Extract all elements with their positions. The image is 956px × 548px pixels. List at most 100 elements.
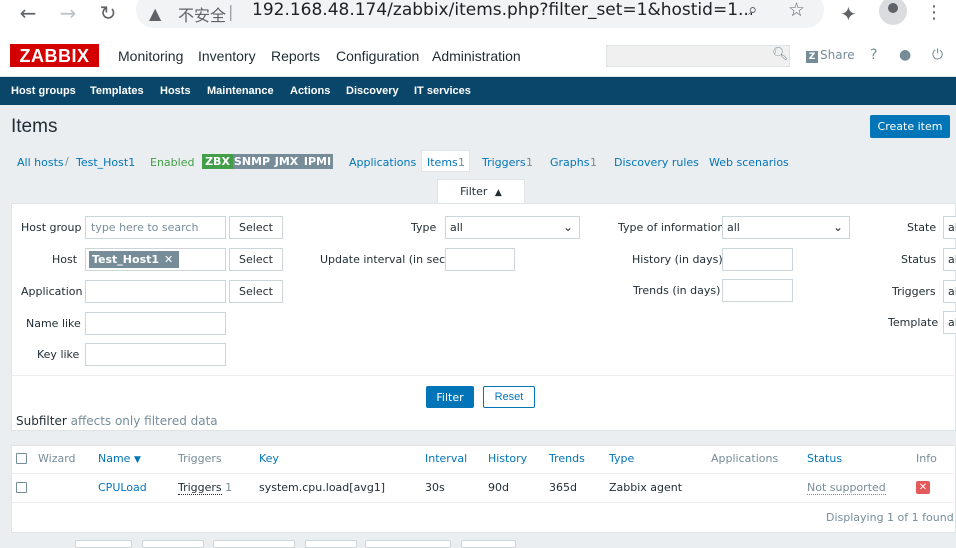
breadcrumb-all-hosts[interactable]: All hosts	[17, 156, 64, 169]
mass-action-button[interactable]	[213, 540, 295, 548]
column-info: Info	[916, 452, 937, 465]
reload-icon[interactable]: ↻	[96, 1, 120, 25]
browser-menu-icon[interactable]: ⋮	[925, 2, 943, 23]
key-like-input[interactable]	[85, 343, 226, 366]
share-link[interactable]: Z Share	[806, 48, 855, 63]
reset-button[interactable]: Reset	[483, 386, 535, 408]
item-triggers-link[interactable]: Triggers	[178, 481, 222, 495]
host-select-button[interactable]: Select	[229, 248, 283, 271]
column-interval[interactable]: Interval	[425, 452, 467, 465]
tab-discovery-rules[interactable]: Discovery rules	[614, 156, 699, 169]
warning-icon[interactable]: ▲	[149, 4, 161, 23]
back-icon[interactable]: ←	[16, 1, 40, 25]
help-icon[interactable]: ?	[870, 47, 877, 63]
availability-snmp-badge: SNMP	[233, 154, 271, 169]
type-select[interactable]: all ⌄	[445, 216, 580, 239]
application-select-button[interactable]: Select	[229, 280, 283, 303]
subnav-it-services[interactable]: IT services	[414, 85, 471, 97]
mass-action-button[interactable]	[365, 540, 451, 548]
extensions-icon[interactable]: ✦	[840, 2, 857, 26]
name-like-input[interactable]	[85, 312, 226, 335]
item-status-link[interactable]: Not supported	[807, 481, 886, 495]
zabbix-logo[interactable]: ZABBIX	[10, 44, 99, 67]
column-applications: Applications	[711, 452, 779, 465]
history-input[interactable]	[722, 248, 793, 271]
status-select[interactable]: al	[943, 248, 956, 271]
create-item-button[interactable]: Create item	[870, 115, 950, 138]
breadcrumb-separator: /	[65, 155, 69, 168]
state-select[interactable]: al	[943, 216, 956, 239]
menu-administration[interactable]: Administration	[432, 48, 521, 64]
item-key: system.cpu.load[avg1]	[259, 481, 386, 494]
column-name[interactable]: Name ▼	[98, 452, 141, 465]
host-status-enabled[interactable]: Enabled	[150, 156, 194, 169]
row-checkbox[interactable]	[16, 482, 27, 493]
triggers-select[interactable]: al	[943, 280, 956, 303]
subnav-templates[interactable]: Templates	[90, 85, 144, 97]
subnav-actions[interactable]: Actions	[290, 85, 330, 97]
type-of-information-select[interactable]: all ⌄	[722, 216, 850, 239]
zoom-icon[interactable]: ⌕	[748, 0, 758, 20]
item-name-link[interactable]: CPULoad	[98, 481, 147, 494]
column-key[interactable]: Key	[259, 452, 279, 465]
item-triggers-count: 1	[225, 481, 233, 494]
row-divider	[11, 502, 956, 503]
trends-label: Trends (in days)	[633, 284, 721, 297]
host-group-select-button[interactable]: Select	[229, 216, 283, 239]
subnav-host-groups[interactable]: Host groups	[11, 85, 76, 97]
remove-tag-icon[interactable]: ✕	[164, 253, 173, 266]
host-tag-label: Test_Host1	[92, 253, 160, 266]
tab-items[interactable]: Items 1	[421, 150, 470, 172]
user-profile-icon[interactable]: ●	[899, 47, 911, 63]
global-search-input[interactable]	[606, 45, 790, 67]
column-history[interactable]: History	[488, 452, 527, 465]
item-triggers[interactable]: Triggers 1	[178, 481, 233, 495]
filter-button[interactable]: Filter	[426, 386, 474, 408]
trends-input[interactable]	[722, 279, 793, 302]
column-type[interactable]: Type	[609, 452, 634, 465]
column-trends[interactable]: Trends	[549, 452, 585, 465]
availability-ipmi-badge: IPMI	[302, 154, 333, 169]
address-bar[interactable]: ▲ 不安全 | 192.168.48.174/zabbix/items.php?…	[136, 0, 824, 28]
error-icon[interactable]: ✕	[916, 481, 930, 494]
name-like-label: Name like	[26, 317, 81, 330]
menu-reports[interactable]: Reports	[271, 48, 320, 64]
select-all-checkbox[interactable]	[16, 453, 27, 464]
host-tag: Test_Host1 ✕	[89, 251, 180, 268]
tab-triggers[interactable]: Triggers	[482, 156, 526, 169]
column-status[interactable]: Status	[807, 452, 842, 465]
menu-configuration[interactable]: Configuration	[336, 48, 419, 64]
profile-avatar[interactable]	[879, 0, 907, 25]
template-select[interactable]: al	[943, 311, 956, 334]
subnav-hosts[interactable]: Hosts	[160, 85, 191, 97]
sign-out-icon[interactable]: ⏻	[932, 47, 943, 63]
application-input[interactable]	[85, 280, 226, 303]
filter-divider	[11, 375, 956, 376]
host-group-input[interactable]	[85, 216, 226, 239]
filter-tab[interactable]: Filter ▲	[437, 179, 525, 204]
column-wizard: Wizard	[38, 452, 76, 465]
subnav-discovery[interactable]: Discovery	[346, 85, 399, 97]
search-icon[interactable]: 🔍︎	[772, 47, 789, 62]
forward-icon[interactable]: →	[56, 1, 80, 25]
type-label: Type	[411, 221, 437, 234]
url-text[interactable]: 192.168.48.174/zabbix/items.php?filter_s…	[252, 0, 752, 20]
mass-action-button[interactable]	[75, 540, 132, 548]
subnav-maintenance[interactable]: Maintenance	[207, 85, 274, 97]
mass-action-button[interactable]	[305, 540, 357, 548]
subfilter-note: affects only filtered data	[70, 414, 218, 428]
menu-monitoring[interactable]: Monitoring	[118, 48, 183, 64]
tab-applications[interactable]: Applications	[349, 156, 416, 169]
mass-action-button[interactable]	[461, 540, 516, 548]
tab-web-scenarios[interactable]: Web scenarios	[709, 156, 789, 169]
mass-action-button[interactable]	[142, 540, 204, 548]
breadcrumb-host[interactable]: Test_Host1	[76, 156, 135, 169]
filter-tab-label: Filter	[460, 185, 488, 198]
update-interval-input[interactable]	[445, 248, 515, 271]
insecure-label[interactable]: 不安全	[178, 2, 226, 26]
tab-graphs[interactable]: Graphs	[550, 156, 589, 169]
star-icon[interactable]: ☆	[788, 0, 805, 21]
menu-inventory[interactable]: Inventory	[198, 48, 256, 64]
triggers-label: Triggers	[892, 285, 936, 298]
item-history: 90d	[488, 481, 509, 494]
